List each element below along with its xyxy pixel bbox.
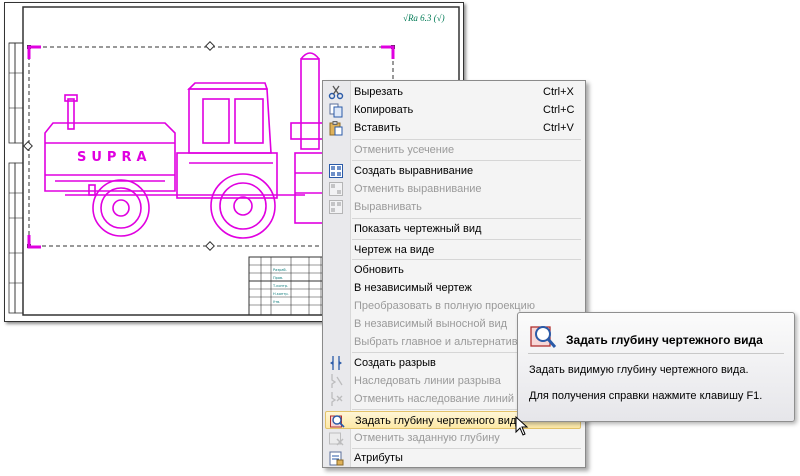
view-depth-icon: [530, 326, 557, 348]
tractor-model-label: SUPRA: [77, 150, 152, 165]
tooltip-help: Для получения справки нажмите клавишу F1…: [529, 390, 763, 402]
svg-text:Н.контр.: Н.контр.: [273, 292, 289, 296]
menu-item-cancel-alignment[interactable]: Отменить выравнивание: [325, 180, 581, 198]
menu-item-show-drawing-view[interactable]: Показать чертежный вид: [325, 220, 581, 238]
menu-item-label: Отменить заданную глубину: [354, 432, 500, 444]
menu-item-label: Копировать: [354, 104, 414, 116]
menu-item-shortcut: Ctrl+C: [543, 104, 575, 116]
menu-item-shortcut: Ctrl+X: [543, 86, 574, 98]
menu-item-label: Наследовать линии разрыва: [354, 375, 501, 387]
menu-item-copy[interactable]: Копировать Ctrl+C: [325, 101, 581, 119]
do-align-icon: [329, 200, 343, 214]
menu-item-label: Создать разрыв: [354, 357, 436, 369]
menu-item-shortcut: Ctrl+V: [543, 122, 574, 134]
menu-item-sketch-on-view[interactable]: Чертеж на виде: [325, 241, 581, 259]
roughness-symbol: √Ra 6.3 (√): [403, 13, 445, 23]
tooltip-title: Задать глубину чертежного вида: [566, 333, 763, 347]
view-depth-icon: [330, 415, 345, 428]
menu-item-create-alignment[interactable]: Создать выравнивание: [325, 162, 581, 180]
menu-separator: [352, 160, 581, 161]
menu-item-label: В независимый чертеж: [354, 282, 472, 294]
cancel-align-icon: [329, 182, 343, 196]
menu-item-to-independent-drawing[interactable]: В независимый чертеж: [325, 279, 581, 297]
svg-text:Т.контр.: Т.контр.: [272, 284, 288, 288]
menu-item-cancel-depth[interactable]: Отменить заданную глубину: [325, 429, 581, 447]
break-icon: [330, 356, 342, 370]
menu-item-label: Преобразовать в полную проекцию: [354, 300, 535, 312]
menu-item-cancel-truncation[interactable]: Отменить усечение: [325, 141, 581, 159]
menu-item-label: Отменить усечение: [354, 144, 455, 156]
menu-item-label: Вставить: [354, 122, 401, 134]
tractor-drawing: [44, 52, 332, 239]
command-tooltip: Задать глубину чертежного вида Задать ви…: [517, 312, 795, 422]
menu-item-label: Выравнивать: [354, 201, 422, 213]
menu-item-label: Показать чертежный вид: [354, 223, 482, 235]
tooltip-divider: [528, 353, 784, 354]
menu-item-cut[interactable]: Вырезать Ctrl+X: [325, 83, 581, 101]
menu-separator: [352, 218, 581, 219]
menu-item-label: Чертеж на виде: [354, 244, 435, 256]
svg-text:Пров.: Пров.: [273, 276, 283, 280]
attributes-icon: [329, 451, 344, 466]
menu-item-label: Атрибуты: [354, 452, 403, 464]
scissors-icon: [328, 85, 344, 100]
paste-icon: [329, 121, 343, 136]
tooltip-description: Задать видимую глубину чертежного вида.: [529, 364, 749, 376]
menu-item-label: Обновить: [354, 264, 404, 276]
svg-text:Разраб.: Разраб.: [273, 268, 287, 272]
menu-item-update[interactable]: Обновить: [325, 261, 581, 279]
menu-item-label: В независимый выносной вид: [354, 318, 508, 330]
align-icon: [329, 164, 343, 178]
menu-separator: [352, 139, 581, 140]
cancel-depth-icon: [329, 432, 344, 446]
menu-separator: [352, 259, 581, 260]
menu-item-attributes[interactable]: Атрибуты: [325, 449, 581, 467]
inherit-break-icon: [331, 374, 343, 388]
menu-item-label: Создать выравнивание: [354, 165, 474, 177]
mouse-cursor-icon: [515, 416, 529, 436]
menu-item-label: Вырезать: [354, 86, 403, 98]
menu-item-paste[interactable]: Вставить Ctrl+V: [325, 119, 581, 137]
svg-text:Утв.: Утв.: [273, 300, 280, 304]
menu-item-label: Задать глубину чертежного вида: [355, 415, 523, 427]
menu-separator: [352, 239, 581, 240]
menu-item-align[interactable]: Выравнивать: [325, 198, 581, 216]
cancel-inherit-icon: [331, 392, 343, 406]
copy-icon: [329, 103, 343, 118]
menu-item-label: Отменить выравнивание: [354, 183, 482, 195]
